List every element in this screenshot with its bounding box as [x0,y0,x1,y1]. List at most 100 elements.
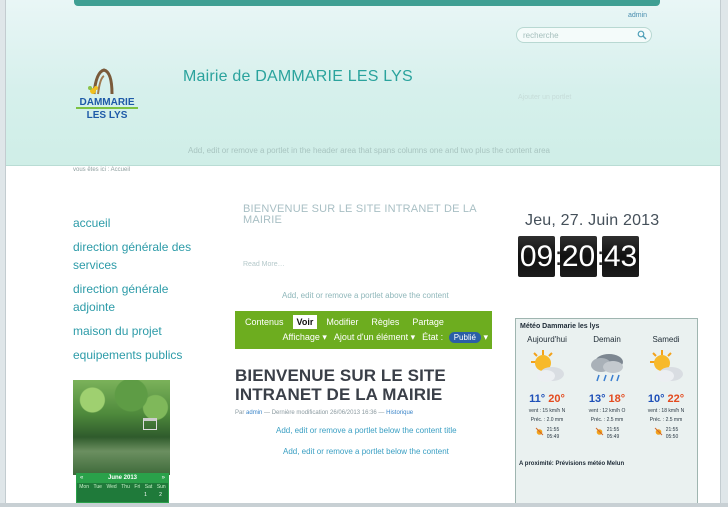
document-byline: Par admin — Dernière modification 26/06/… [235,410,413,416]
temp-high: 20° [548,393,565,405]
search-input[interactable] [523,30,633,41]
weather-day: Demain 13° 18° vent : 12 km/h O Préc. : … [578,335,636,441]
weather-widget: Météo Dammarie les lys Aujourd'hui 11° 2… [515,318,698,505]
portlet-below-content-link[interactable]: Add, edit or remove a portlet below the … [283,447,449,456]
nav-item-maison-du-projet[interactable]: maison du projet [73,322,213,340]
weather-day-label: Samedi [652,335,680,344]
sunset-icon [595,427,604,436]
weekday-label: Fri [134,484,141,490]
calendar-day[interactable]: 1 [144,492,147,498]
sunset-icon [535,427,544,436]
weekday-label: Mon [79,484,89,490]
window-frame-right [720,0,728,507]
weather-footer-link[interactable]: A proximité: Prévisions météo Melun [519,461,624,467]
site-title[interactable]: Mairie de DAMMARIE LES LYS [183,68,413,86]
sunset-time: 21:55 [546,427,560,433]
tab-modifier[interactable]: Modifier [322,315,362,329]
sun-cloud-icon [531,350,564,382]
weather-temps: 10° 22° [637,393,695,405]
digital-clock: 09 : 20 : 43 [518,236,639,277]
tab-partage[interactable]: Partage [408,315,448,329]
author-link[interactable]: admin [246,410,262,416]
header-portlet-manager-link[interactable]: Add, edit or remove a portlet in the hea… [188,146,550,155]
precipitation: Préc. : 2.5 mm [649,417,683,423]
weekday-label: Sun [156,484,166,490]
weather-title: Météo Dammarie les lys [520,323,600,330]
weather-day: Samedi 10° 22° vent : 18 km/h N Préc. : … [637,335,695,441]
sunrise-time: 05:49 [546,434,560,440]
mini-calendar-weekdays: Mon Tue Wed Thu Fri Sat Sun [77,484,168,490]
header-add-portlet-link[interactable]: Ajouter un portlet [518,94,571,101]
breadcrumb: vous êtes ici : Accueil [73,167,131,173]
mini-calendar-week: 1 2 [77,492,168,498]
logo-line2: LES LYS [87,110,128,121]
park-photo [73,380,170,475]
mini-calendar-next-button[interactable]: » [162,474,165,483]
temp-low: 13° [588,393,606,405]
mini-calendar: June 2013 « » Mon Tue Wed Thu Fri Sat Su… [76,473,169,503]
display-menu[interactable]: Affichage ▾ [282,332,326,343]
weekday-label: Sat [144,484,153,490]
weekday-label: Tue [93,484,102,490]
temp-high: 18° [608,393,626,405]
state-menu[interactable]: État : Publié ▾ [422,332,488,343]
photo-kiosk [143,418,157,430]
dammarie-logo[interactable]: DAMMARIE LES LYS [72,64,142,122]
wind: vent : 18 km/h N [647,408,685,414]
clock-hours: 09 [518,236,555,277]
wind: vent : 15 km/h N [528,408,566,414]
state-badge: Publié [448,332,481,343]
byline-modified: — Dernière modification 26/06/2013 16:36… [264,410,385,416]
add-item-menu[interactable]: Ajout d'un élément ▾ [334,332,415,343]
nav-item-direction-generale-adjointe[interactable]: direction générale adjointe [73,280,213,316]
sunset-time: 21:55 [665,427,679,433]
temp-high: 22° [667,393,685,405]
precipitation: Préc. : 2.5 mm [590,417,624,423]
admin-link[interactable]: admin [628,12,647,19]
nav-item-accueil[interactable]: accueil [73,214,213,232]
tab-contenus[interactable]: Contenus [241,315,288,329]
weather-day-label: Aujourd'hui [527,335,567,344]
nav-item-equipements-publics[interactable]: equipements publics [73,346,213,364]
edit-bar-menus: Affichage ▾ Ajout d'un élément ▾ État : … [275,332,488,343]
plone-edit-bar: Contenus Voir Modifier Règles Partage Af… [235,311,492,349]
byline-prefix: Par [235,410,245,416]
temp-low: 11° [529,393,546,405]
weather-temps: 11° 20° [518,393,576,405]
weekday-label: Thu [121,484,130,490]
weather-day-label: Demain [593,335,621,344]
rain-cloud-icon [591,354,623,382]
sunrise-time: 05:50 [665,434,679,440]
window-frame-bottom [0,503,728,507]
precipitation: Préc. : 2.0 mm [530,417,564,423]
portlet-above-content-link[interactable]: Add, edit or remove a portlet above the … [282,291,449,300]
sunset-icon [654,427,663,436]
clock-date: Jeu, 27. Juin 2013 [525,212,660,229]
portlet-below-title-link[interactable]: Add, edit or remove a portlet below the … [276,426,457,435]
sun-times: 21:55 05:50 [637,427,695,441]
calendar-day[interactable]: 2 [159,492,162,498]
mini-calendar-prev-button[interactable]: « [80,474,83,483]
mini-calendar-month: June 2013 [77,474,168,483]
search-icon[interactable] [637,30,647,40]
left-navigation: accueil direction générale des services … [73,214,213,370]
weather-temps: 13° 18° [578,393,636,405]
sunset-time: 21:55 [606,427,620,433]
top-accent-bar [74,0,660,6]
sun-times: 21:55 05:49 [578,427,636,441]
history-link[interactable]: Historique [386,410,413,416]
weather-day: Aujourd'hui 11° 20° vent : 15 km/h N Pré… [518,335,576,441]
search-box[interactable] [516,27,652,43]
welcome-heading-faint: BIENVENUE SUR LE SITE INTRANET DE LA MAI… [243,203,477,226]
tab-voir[interactable]: Voir [292,315,318,329]
page-title: BIENVENUE SUR LE SITE INTRANET DE LA MAI… [235,366,446,404]
tab-regles[interactable]: Règles [367,315,403,329]
temp-low: 10° [647,393,665,405]
state-label: État : [422,332,444,342]
nav-item-direction-generale-services[interactable]: direction générale des services [73,238,213,274]
sunrise-time: 05:49 [606,434,620,440]
read-more-link[interactable]: Read More… [243,261,285,268]
logo-line1: DAMMARIE [80,97,135,108]
sun-cloud-icon [650,350,683,382]
clock-seconds: 43 [602,236,639,277]
